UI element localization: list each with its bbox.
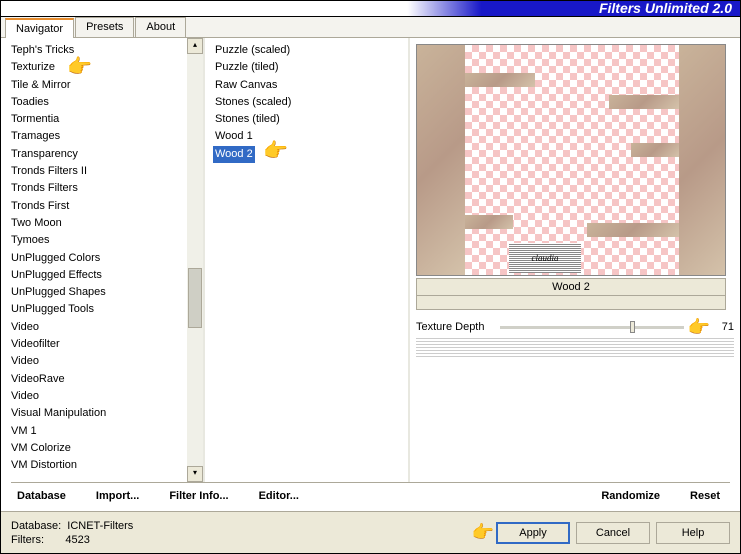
import-button[interactable]: Import... [90, 488, 145, 504]
list-item[interactable]: UnPlugged Shapes [9, 284, 203, 301]
list-item[interactable]: Videofilter [9, 336, 203, 353]
list-item[interactable]: Visual Manipulation [9, 405, 203, 422]
list-item[interactable]: Tramages [9, 128, 203, 145]
list-item[interactable]: VM 1 [9, 423, 203, 440]
tab-about[interactable]: About [135, 17, 186, 37]
list-item[interactable]: VideoRave [9, 371, 203, 388]
footer-info: Database: ICNET-Filters Filters: 4523 [11, 519, 133, 547]
list-item[interactable]: Toadies [9, 94, 203, 111]
title-bar: Filters Unlimited 2.0 [1, 1, 740, 17]
footer: Database: ICNET-Filters Filters: 4523 👉 … [1, 511, 740, 553]
scroll-down-icon[interactable]: ▾ [187, 466, 203, 482]
list-item[interactable]: Transparency [9, 146, 203, 163]
list-item[interactable]: Video [9, 319, 203, 336]
filter-list[interactable]: Puzzle (scaled)Puzzle (tiled)Raw CanvasS… [205, 38, 408, 482]
list-item[interactable]: Tronds Filters [9, 180, 203, 197]
preview-sub [416, 296, 726, 310]
pointer-icon: 👉 [688, 317, 710, 338]
scroll-thumb[interactable] [188, 268, 202, 328]
window-title: Filters Unlimited 2.0 [599, 0, 732, 16]
filter-info-button[interactable]: Filter Info... [163, 488, 234, 504]
list-item[interactable]: Tronds First [9, 198, 203, 215]
apply-button[interactable]: Apply [496, 522, 570, 544]
list-item[interactable]: UnPlugged Tools [9, 301, 203, 318]
tab-presets[interactable]: Presets [75, 17, 134, 37]
filters-unlimited-window: Filters Unlimited 2.0 NavigatorPresetsAb… [0, 0, 741, 554]
texture-depth-slider[interactable] [500, 326, 684, 329]
list-item[interactable]: Tronds Filters II [9, 163, 203, 180]
preview-label: Wood 2 [416, 278, 726, 296]
scrollbar[interactable]: ▴ ▾ [187, 38, 203, 482]
watermark: claudia [509, 243, 581, 273]
main-content: Teph's TricksTexturizeTile & MirrorToadi… [1, 38, 740, 482]
category-column: Teph's TricksTexturizeTile & MirrorToadi… [1, 38, 205, 482]
list-item[interactable]: Wood 2 [213, 146, 255, 163]
tab-bar: NavigatorPresetsAbout [1, 17, 740, 38]
list-item[interactable]: Video [9, 388, 203, 405]
list-item[interactable]: Tormentia [9, 111, 203, 128]
list-item[interactable]: UnPlugged Effects [9, 267, 203, 284]
list-item[interactable]: Tymoes [9, 232, 203, 249]
category-list[interactable]: Teph's TricksTexturizeTile & MirrorToadi… [1, 38, 203, 482]
list-item[interactable]: Stones (tiled) [213, 111, 408, 128]
slider-row: Texture Depth 👉 71 [410, 318, 740, 336]
toolbar: Database Import... Filter Info... Editor… [1, 484, 740, 508]
help-button[interactable]: Help [656, 522, 730, 544]
scroll-up-icon[interactable]: ▴ [187, 38, 203, 54]
list-item[interactable]: Tile & Mirror [9, 77, 203, 94]
pointer-icon: 👉 [472, 522, 494, 543]
slider-label: Texture Depth [416, 321, 496, 333]
preview-column: claudia Wood 2 Texture Depth 👉 71 [410, 38, 740, 482]
list-item[interactable]: Two Moon [9, 215, 203, 232]
preview-image: claudia [416, 44, 726, 276]
list-item[interactable]: Raw Canvas [213, 77, 408, 94]
list-item[interactable]: VM Distortion [9, 457, 203, 474]
editor-button[interactable]: Editor... [253, 488, 305, 504]
list-item[interactable]: UnPlugged Colors [9, 250, 203, 267]
list-item[interactable]: Teph's Tricks [9, 42, 203, 59]
list-item[interactable]: Texturize [9, 59, 203, 76]
tab-navigator[interactable]: Navigator [5, 18, 74, 38]
list-item[interactable]: Wood 1 [213, 128, 408, 145]
randomize-button[interactable]: Randomize [595, 488, 666, 504]
filter-column: Puzzle (scaled)Puzzle (tiled)Raw CanvasS… [205, 38, 410, 482]
list-item[interactable]: Video [9, 353, 203, 370]
cancel-button[interactable]: Cancel [576, 522, 650, 544]
reset-button[interactable]: Reset [684, 488, 726, 504]
list-item[interactable]: VM Colorize [9, 440, 203, 457]
slider-thumb[interactable] [630, 321, 635, 333]
list-item[interactable]: Puzzle (tiled) [213, 59, 408, 76]
database-button[interactable]: Database [11, 488, 72, 504]
slider-value: 71 [710, 321, 734, 333]
list-item[interactable]: Stones (scaled) [213, 94, 408, 111]
list-item[interactable]: Puzzle (scaled) [213, 42, 408, 59]
